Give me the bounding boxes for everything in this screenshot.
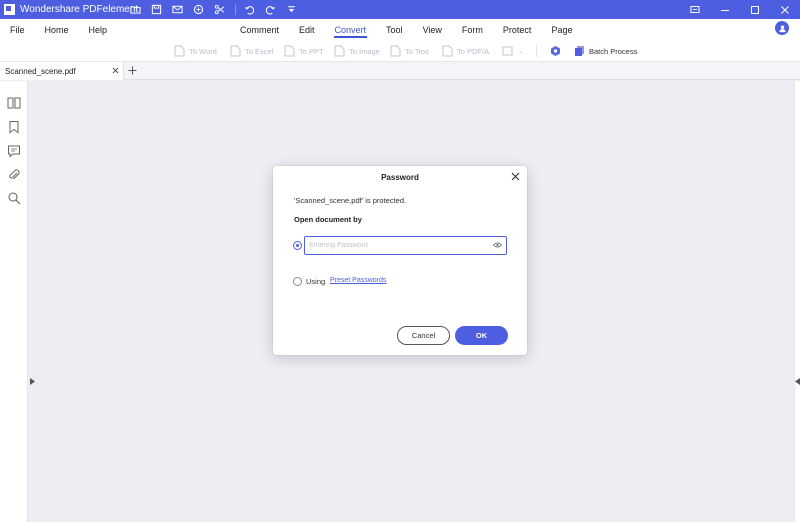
dialog-title: Password	[381, 173, 419, 182]
comment-icon[interactable]	[7, 144, 21, 158]
tab-protect[interactable]: Protect	[493, 19, 542, 41]
window-controls	[680, 0, 800, 19]
word-doc-icon	[174, 45, 185, 57]
expand-panel-arrow-icon[interactable]	[30, 378, 35, 385]
toolbar-divider	[235, 4, 236, 15]
attachment-icon[interactable]	[7, 168, 21, 182]
excel-doc-icon	[230, 45, 241, 57]
feedback-icon[interactable]	[680, 0, 710, 19]
settings-button[interactable]	[550, 44, 565, 58]
close-window-icon[interactable]	[770, 0, 800, 19]
menu-left-group: File Home Help	[0, 19, 117, 41]
cancel-button[interactable]: Cancel	[397, 326, 450, 345]
settings-hex-icon	[550, 45, 561, 57]
menu-bar: File Home Help Comment Edit Convert Tool…	[0, 19, 800, 41]
password-dialog: Password 'Scanned_scene.pdf' is protecte…	[273, 166, 527, 355]
undo-icon[interactable]	[242, 3, 256, 17]
batch-process-button[interactable]: Batch Process	[574, 44, 637, 58]
pdfa-doc-icon	[442, 45, 453, 57]
quick-access-toolbar	[128, 3, 305, 17]
print-icon[interactable]	[191, 3, 205, 17]
add-tab-icon[interactable]	[128, 66, 138, 76]
save-icon[interactable]	[149, 3, 163, 17]
menu-tabs: Comment Edit Convert Tool View Form Prot…	[230, 19, 582, 41]
email-icon[interactable]	[170, 3, 184, 17]
search-icon[interactable]	[7, 191, 21, 205]
tab-form[interactable]: Form	[452, 19, 493, 41]
preset-option-radio[interactable]	[293, 277, 302, 286]
menu-home[interactable]: Home	[35, 19, 79, 41]
to-image-button[interactable]: To Image	[334, 44, 380, 58]
tab-tool[interactable]: Tool	[376, 19, 413, 41]
customize-arrow-icon[interactable]	[284, 3, 298, 17]
password-option-radio[interactable]	[293, 241, 302, 250]
document-tab-strip: Scanned_scene.pdf	[0, 62, 800, 80]
user-account-icon[interactable]	[775, 21, 789, 35]
to-word-button[interactable]: To Word	[174, 44, 217, 58]
preset-passwords-link[interactable]: Preset Passwords	[330, 277, 386, 284]
more-formats-icon	[502, 45, 513, 57]
close-dialog-icon[interactable]	[511, 172, 520, 181]
using-label: Using	[306, 277, 326, 286]
to-excel-label: To Excel	[245, 46, 274, 56]
image-doc-icon	[334, 45, 345, 57]
left-sidebar	[0, 81, 35, 522]
menu-file[interactable]: File	[0, 19, 35, 41]
open-document-by-label: Open document by	[294, 215, 362, 224]
convert-ribbon: To Word To Excel To PPT To Image To Text…	[0, 41, 800, 62]
maximize-icon[interactable]	[740, 0, 770, 19]
close-tab-icon[interactable]	[111, 66, 120, 75]
to-pdfa-button[interactable]: To PDF/A	[442, 44, 489, 58]
ribbon-divider	[536, 45, 537, 57]
to-word-label: To Word	[189, 46, 217, 56]
right-sidebar	[794, 81, 800, 522]
app-logo-icon	[4, 4, 15, 15]
thumbnails-icon[interactable]	[7, 96, 21, 110]
menu-help[interactable]: Help	[79, 19, 118, 41]
batch-process-icon	[574, 45, 585, 57]
ok-button[interactable]: OK	[455, 326, 508, 345]
more-formats-button[interactable]: ⌄	[502, 44, 523, 58]
scissors-icon[interactable]	[212, 3, 226, 17]
to-image-label: To Image	[349, 46, 380, 56]
dropdown-caret-icon: ⌄	[518, 48, 524, 55]
open-folder-icon[interactable]	[128, 3, 142, 17]
text-doc-icon	[390, 45, 401, 57]
batch-process-label: Batch Process	[589, 46, 638, 56]
tab-comment[interactable]: Comment	[230, 19, 289, 41]
tab-page[interactable]: Page	[541, 19, 582, 41]
protected-message: 'Scanned_scene.pdf' is protected.	[294, 196, 407, 205]
to-text-label: To Text	[405, 46, 429, 56]
to-ppt-button[interactable]: To PPT	[284, 44, 324, 58]
to-excel-button[interactable]: To Excel	[230, 44, 273, 58]
to-text-button[interactable]: To Text	[390, 44, 429, 58]
to-ppt-label: To PPT	[299, 46, 324, 56]
app-title: Wondershare PDFelement	[20, 4, 139, 15]
document-tab-label: Scanned_scene.pdf	[5, 66, 76, 76]
password-input[interactable]	[304, 236, 507, 255]
tab-edit[interactable]: Edit	[289, 19, 325, 41]
to-pdfa-label: To PDF/A	[457, 46, 490, 56]
minimize-icon[interactable]	[710, 0, 740, 19]
title-bar: Wondershare PDFelement	[0, 0, 800, 19]
document-tab[interactable]: Scanned_scene.pdf	[0, 62, 124, 80]
ppt-doc-icon	[284, 45, 295, 57]
show-password-icon[interactable]	[493, 242, 502, 248]
redo-icon[interactable]	[263, 3, 277, 17]
tab-convert[interactable]: Convert	[325, 19, 377, 41]
tab-view[interactable]: View	[413, 19, 452, 41]
expand-right-panel-arrow-icon[interactable]	[795, 378, 800, 385]
bookmark-icon[interactable]	[7, 120, 21, 134]
